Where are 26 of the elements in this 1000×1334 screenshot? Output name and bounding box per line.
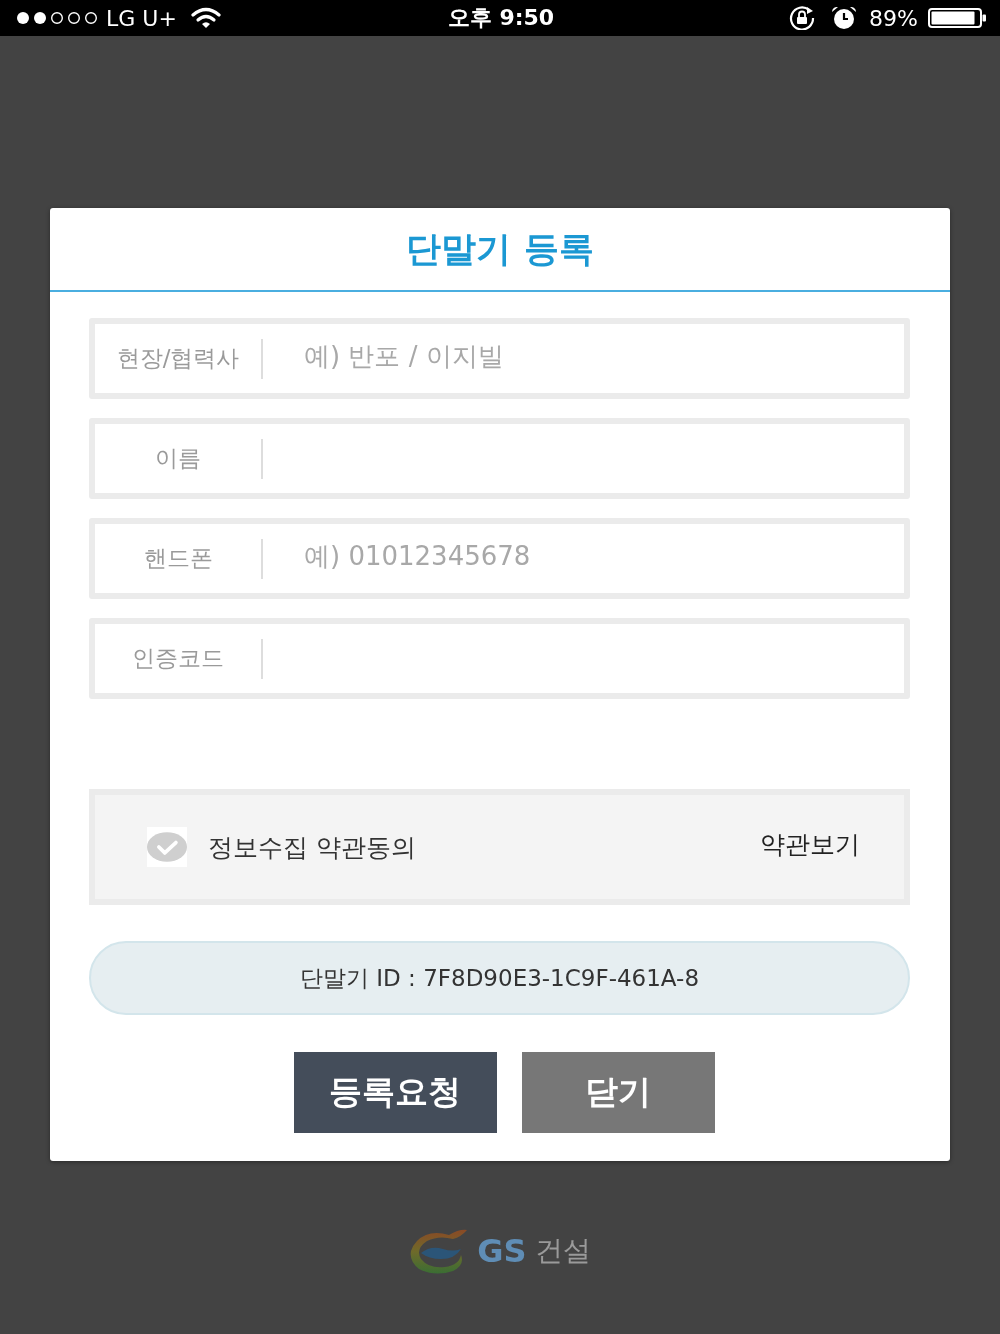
field-label: 인증코드 bbox=[131, 644, 225, 673]
text-input[interactable]: 예) 01012345678 bbox=[263, 521, 904, 596]
battery-icon bbox=[928, 8, 986, 28]
input-field[interactable]: 인증코드 bbox=[89, 618, 910, 699]
field-label: 핸드폰 bbox=[142, 544, 214, 573]
carrier-name: LG U+ bbox=[106, 5, 177, 31]
register-request-button[interactable]: 등록요청 bbox=[293, 1052, 497, 1133]
input-field[interactable]: 이름 bbox=[89, 418, 910, 499]
close-button[interactable]: 닫기 bbox=[521, 1052, 715, 1133]
logo-brand-text: GS bbox=[477, 1232, 527, 1270]
field-label: 이름 bbox=[154, 444, 202, 473]
input-field[interactable]: 핸드폰 예) 01012345678 bbox=[89, 518, 910, 599]
terms-link[interactable]: 약관보기 bbox=[760, 827, 860, 861]
input-field[interactable]: 현장/협력사 예) 반포 / 이지빌 bbox=[89, 318, 910, 399]
signal-strength-icon bbox=[16, 11, 98, 25]
battery-percentage: 89% bbox=[869, 5, 918, 31]
agreement-label: 정보수집 약관동의 bbox=[208, 831, 417, 864]
text-input[interactable]: 예) 반포 / 이지빌 bbox=[263, 321, 904, 396]
logo-suffix-text: 건설 bbox=[534, 1233, 591, 1269]
logo-emblem-icon bbox=[409, 1227, 470, 1275]
clock-time: 오후 9:50 bbox=[447, 4, 555, 32]
dialog-title: 단말기 등록 bbox=[406, 227, 594, 271]
field-label: 현장/협력사 bbox=[115, 344, 241, 373]
wifi-icon bbox=[190, 7, 221, 29]
alarm-clock-icon bbox=[831, 6, 858, 30]
device-id-text: 단말기 ID : 7F8D90E3-1C9F-461A-8 bbox=[300, 963, 699, 993]
